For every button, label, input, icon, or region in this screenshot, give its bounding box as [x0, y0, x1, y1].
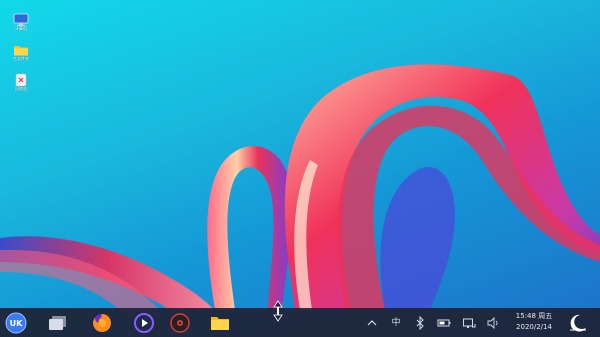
trash-icon: [13, 72, 29, 87]
taskbar-app-music-player[interactable]: [168, 311, 192, 335]
battery-icon: [437, 319, 451, 327]
clock-time-weekday: 15:48 周五: [509, 311, 559, 322]
bluetooth-icon: [416, 316, 424, 330]
volume-icon: [487, 316, 498, 330]
taskbar-app-firefox[interactable]: [90, 311, 114, 335]
taskbar-drag-handle[interactable]: [272, 300, 284, 322]
chevron-up-icon: [367, 320, 377, 326]
desktop-icon-trash[interactable]: 回收站: [6, 72, 36, 92]
folder-icon: [211, 317, 229, 330]
desktop: 计算机 主文件夹 回收站 UK 中 15:48 周五 2020/2/14: [0, 0, 600, 337]
moon-icon: [570, 314, 586, 332]
firefox-icon: [93, 314, 111, 332]
start-menu-button[interactable]: UK: [4, 311, 28, 335]
network-wired-icon: [463, 318, 476, 328]
clock[interactable]: 15:48 周五 2020/2/14: [509, 311, 559, 333]
volume-button[interactable]: [486, 316, 500, 330]
desktop-icon-label: 计算机: [15, 26, 27, 31]
start-logo-text: UK: [10, 319, 23, 328]
night-mode-button[interactable]: [566, 311, 590, 335]
show-desktop-button[interactable]: [46, 311, 70, 335]
bluetooth-button[interactable]: [413, 316, 427, 330]
desktop-icon-home-folder[interactable]: 主文件夹: [6, 42, 36, 62]
taskbar-app-file-manager[interactable]: [208, 311, 232, 335]
drag-arrows-icon: [273, 300, 283, 322]
computer-icon: [13, 12, 29, 27]
clock-time: 15:48: [515, 312, 536, 320]
desktop-icon-label: 主文件夹: [13, 56, 29, 61]
input-method-label: 中: [391, 318, 401, 328]
clock-date: 2020/2/14: [516, 323, 552, 331]
desktop-icon-label: 回收站: [15, 86, 27, 91]
tray-expand-button[interactable]: [365, 316, 379, 330]
clock-weekday: 周五: [538, 312, 553, 320]
start-logo-icon: UK: [5, 312, 27, 334]
battery-button[interactable]: [437, 316, 451, 330]
music-disc-icon: [170, 313, 190, 333]
network-button[interactable]: [462, 316, 476, 330]
wallpaper-art: [0, 64, 600, 310]
video-player-icon: [134, 313, 154, 333]
taskbar: UK 中 15:48 周五 2020/2/14: [0, 300, 600, 337]
folder-icon: [13, 42, 29, 56]
taskbar-app-video-player[interactable]: [132, 311, 156, 335]
input-method-button[interactable]: 中: [389, 316, 403, 330]
multitask-view-icon: [49, 316, 66, 330]
desktop-icon-computer[interactable]: 计算机: [6, 12, 36, 32]
